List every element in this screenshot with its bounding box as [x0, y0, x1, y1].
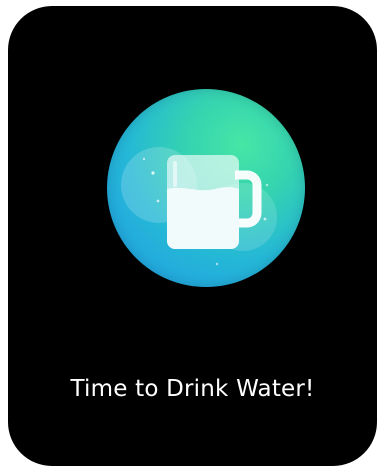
watch-screen: Time to Drink Water!	[8, 6, 377, 466]
water-reminder-badge	[107, 89, 305, 287]
water-mug-icon	[121, 147, 277, 266]
reminder-message: Time to Drink Water!	[70, 376, 315, 402]
